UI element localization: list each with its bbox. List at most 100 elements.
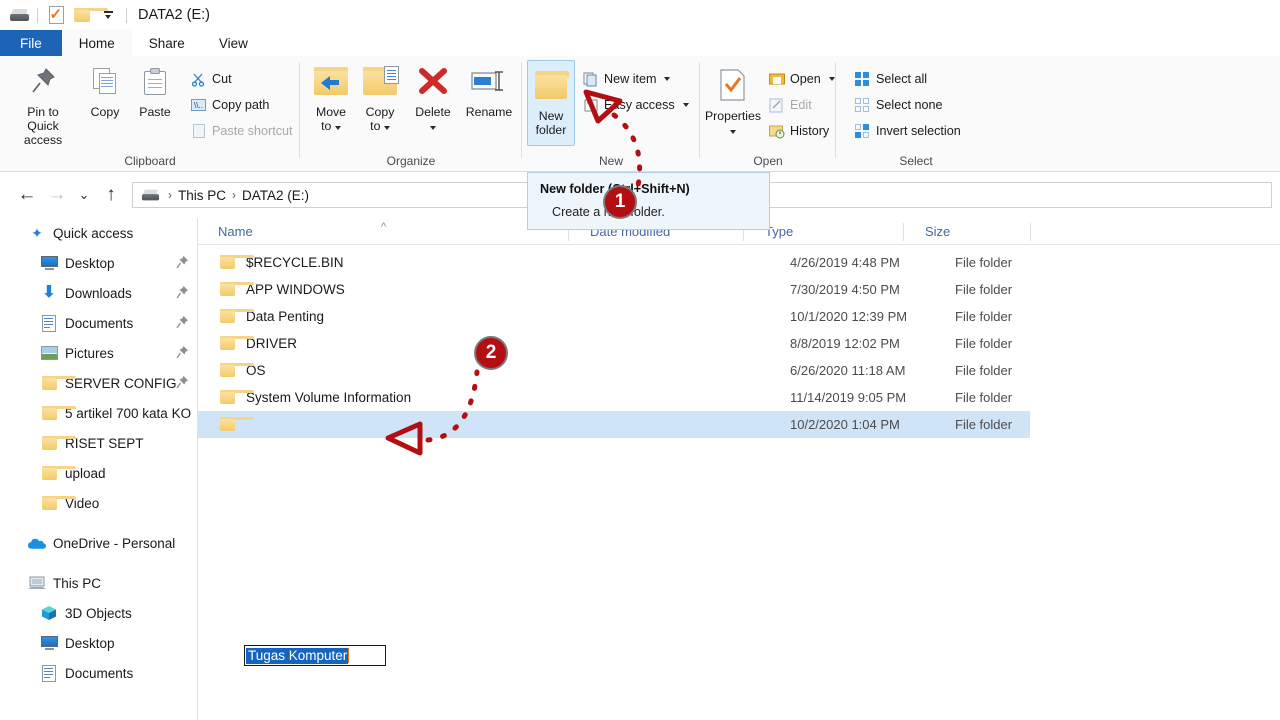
sidebar-item-desktop[interactable]: Desktop xyxy=(0,628,197,658)
pin-to-quick-access-button[interactable]: Pin to Quick access xyxy=(11,60,75,147)
sidebar-item-label: Documents xyxy=(65,665,134,681)
sidebar-item-5-artikel-700-kata-ko[interactable]: 5 artikel 700 kata KO xyxy=(0,398,197,428)
sidebar-item-downloads[interactable]: ⬇ Downloads xyxy=(0,278,197,308)
sidebar-item-onedrive-personal[interactable]: OneDrive - Personal xyxy=(0,528,197,558)
copy-path-button[interactable]: \\.. Copy path xyxy=(190,94,269,116)
sidebar-item-label: 3D Objects xyxy=(65,605,132,621)
customize-quick-access-icon[interactable] xyxy=(95,3,121,27)
sidebar-item-server-config[interactable]: SERVER CONFIG xyxy=(0,368,197,398)
delete-label: Delete xyxy=(415,105,451,133)
star-icon: ✦ xyxy=(31,224,43,241)
table-row[interactable]: APP WINDOWS 7/30/2019 4:50 PM File folder xyxy=(198,276,1280,303)
rename-input-value: Tugas Komputer xyxy=(246,647,349,664)
window-title: DATA2 (E:) xyxy=(138,7,210,23)
divider xyxy=(37,7,38,23)
paste-button[interactable]: Paste xyxy=(132,60,178,119)
new-folder-icon xyxy=(535,64,569,106)
table-row[interactable]: 10/2/2020 1:04 PM File folder xyxy=(198,411,1030,438)
copy-path-icon: \\.. xyxy=(190,97,207,114)
rename-input[interactable]: Tugas Komputer xyxy=(244,645,386,666)
documents-icon xyxy=(42,314,56,332)
table-row[interactable]: DRIVER 8/8/2019 12:02 PM File folder xyxy=(198,330,1280,357)
invert-selection-button[interactable]: Invert selection xyxy=(854,120,961,142)
pin-icon xyxy=(176,255,189,270)
ribbon-tab-strip: File Home Share View xyxy=(0,30,1280,56)
copy-button[interactable]: Copy xyxy=(82,60,128,119)
folder-icon xyxy=(220,363,254,377)
column-header-type[interactable]: Type xyxy=(755,218,915,245)
recent-locations-button[interactable]: ⌄ xyxy=(72,180,96,210)
breadcrumb-this-pc[interactable]: This PC xyxy=(178,188,226,203)
breadcrumb-separator: › xyxy=(168,188,172,202)
move-to-button[interactable]: Move to xyxy=(305,60,357,133)
column-divider[interactable] xyxy=(903,223,904,241)
group-label-new: New xyxy=(598,154,623,168)
properties-label: Properties xyxy=(705,109,761,137)
table-row[interactable]: System Volume Information 11/14/2019 9:05… xyxy=(198,384,1280,411)
forward-button: → xyxy=(47,184,67,205)
properties-button[interactable]: Properties xyxy=(702,64,764,137)
rename-button[interactable]: Rename xyxy=(460,60,518,119)
sidebar-item-upload[interactable]: upload xyxy=(0,458,197,488)
group-label-organize: Organize xyxy=(386,154,436,168)
open-label: Open xyxy=(790,72,821,86)
history-icon xyxy=(768,123,785,140)
select-all-button[interactable]: Select all xyxy=(854,68,927,90)
sidebar-item-quick-access[interactable]: ✦ Quick access xyxy=(0,218,197,248)
column-header-size[interactable]: Size xyxy=(915,218,1030,245)
up-button[interactable]: ↑ xyxy=(96,180,126,210)
back-button[interactable]: ← xyxy=(12,180,42,210)
group-label-clipboard: Clipboard xyxy=(124,154,176,168)
table-row[interactable]: OS 6/26/2020 11:18 AM File folder xyxy=(198,357,1280,384)
paste-shortcut-label: Paste shortcut xyxy=(212,124,293,138)
sidebar-item-3d-objects[interactable]: 3D Objects xyxy=(0,598,197,628)
3d-objects-icon xyxy=(42,606,56,620)
sidebar-item-riset-sept[interactable]: RISET SEPT xyxy=(0,428,197,458)
pin-icon xyxy=(176,375,189,390)
file-date-modified: 7/30/2019 4:50 PM xyxy=(790,282,900,297)
tab-share[interactable]: Share xyxy=(132,30,202,56)
new-item-label: New item xyxy=(604,72,657,86)
new-folder-button-content[interactable]: New folder xyxy=(527,64,575,137)
column-divider[interactable] xyxy=(1030,223,1031,241)
pin-icon xyxy=(176,345,189,360)
delete-button[interactable]: Delete xyxy=(405,60,461,133)
select-all-icon xyxy=(854,71,871,88)
sidebar-item-desktop[interactable]: Desktop xyxy=(0,248,197,278)
copy-to-button[interactable]: Copy to xyxy=(354,60,406,133)
sidebar-item-documents[interactable]: Documents xyxy=(0,658,197,688)
sidebar-item-pictures[interactable]: Pictures xyxy=(0,338,197,368)
folder-icon xyxy=(41,466,76,480)
table-row[interactable]: Data Penting 10/1/2020 12:39 PM File folde… xyxy=(198,303,1280,330)
content-area: ✦ Quick access Desktop ⬇ Downloads Documents P… xyxy=(0,218,1280,720)
drive-icon[interactable] xyxy=(6,3,32,27)
properties-icon[interactable]: ✓ xyxy=(43,3,69,27)
paste-shortcut-icon xyxy=(190,123,207,140)
file-date-modified: 10/1/2020 12:39 PM xyxy=(790,309,908,324)
cut-button[interactable]: Cut xyxy=(190,68,232,90)
column-header-name[interactable]: Name xyxy=(208,218,578,245)
onedrive-icon xyxy=(28,538,46,549)
file-date-modified: 11/14/2019 9:05 PM xyxy=(790,390,907,405)
tab-view[interactable]: View xyxy=(202,30,265,56)
history-button[interactable]: History xyxy=(768,120,829,142)
drive-icon xyxy=(141,189,160,201)
open-button[interactable]: Open xyxy=(768,68,835,90)
table-row[interactable]: $RECYCLE.BIN 4/26/2019 4:48 PM File folder xyxy=(198,249,1280,276)
sidebar-item-video[interactable]: Video xyxy=(0,488,197,518)
select-none-button[interactable]: Select none xyxy=(854,94,943,116)
navigation-pane: ✦ Quick access Desktop ⬇ Downloads Documents P… xyxy=(0,218,198,720)
sidebar-item-documents[interactable]: Documents xyxy=(0,308,197,338)
new-folder-icon[interactable] xyxy=(69,3,108,27)
copy-label: Copy xyxy=(90,105,120,119)
tooltip-new-folder: New folder (Ctrl+Shift+N) Create a new f… xyxy=(527,172,770,230)
tab-file[interactable]: File xyxy=(0,30,62,56)
tab-home[interactable]: Home xyxy=(61,30,132,56)
pc-icon xyxy=(28,576,46,589)
pictures-icon xyxy=(40,346,58,360)
breadcrumb-data2[interactable]: DATA2 (E:) xyxy=(242,188,309,203)
new-item-button[interactable]: New item xyxy=(582,68,671,90)
easy-access-button[interactable]: Easy access xyxy=(582,94,689,116)
sidebar-item-label: OneDrive - Personal xyxy=(53,535,176,551)
sidebar-item-this-pc[interactable]: This PC xyxy=(0,568,197,598)
